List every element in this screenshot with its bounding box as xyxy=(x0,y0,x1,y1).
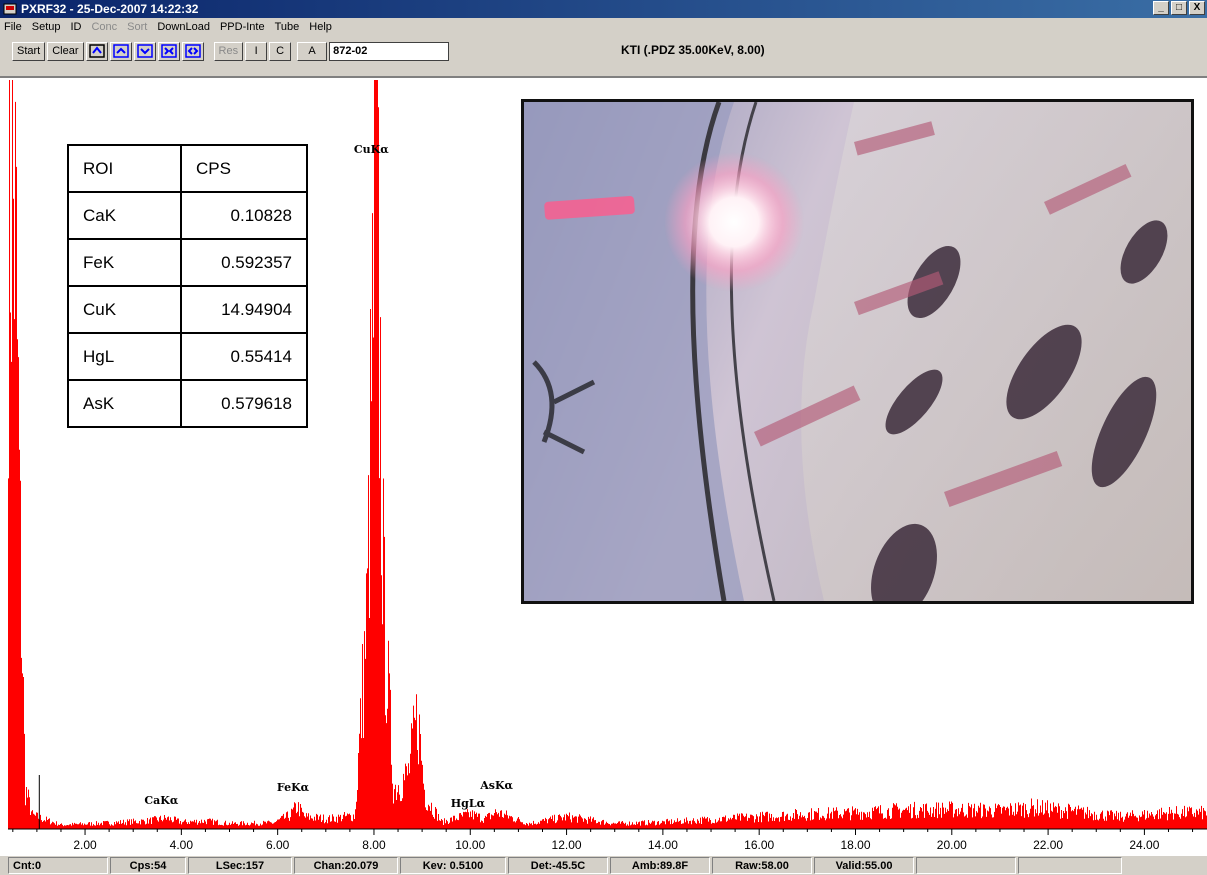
pxrf-app-icon xyxy=(3,3,17,15)
x-tick-label: 10.00 xyxy=(455,838,485,852)
roi-name: AsK xyxy=(67,379,182,428)
a-button[interactable]: A xyxy=(297,41,328,61)
status-bar: Cnt:0 Cps:54 LSec:157 Chan:20.079 Kev: 0… xyxy=(0,855,1207,875)
menu-file[interactable]: File xyxy=(4,21,22,33)
roi-table: ROI CPS CaK 0.10828 FeK 0.592357 CuK 14.… xyxy=(67,144,308,428)
i-button[interactable]: I xyxy=(245,41,268,61)
x-tick-label: 14.00 xyxy=(648,838,678,852)
header-cps: CPS xyxy=(180,144,308,193)
res-button[interactable]: Res xyxy=(213,41,244,61)
x-tick-label: 16.00 xyxy=(744,838,774,852)
expand-icon[interactable] xyxy=(181,41,204,61)
status-cps: Cps:54 xyxy=(110,857,186,874)
roi-cps: 0.592357 xyxy=(180,238,308,287)
peak-label: CuKα xyxy=(354,143,389,156)
roi-name: CaK xyxy=(67,191,182,240)
stack-icon[interactable] xyxy=(85,41,108,61)
menu-ppd-inte[interactable]: PPD-Inte xyxy=(220,21,265,33)
status-ambient-temp: Amb:89.8F xyxy=(610,857,710,874)
roi-cps: 14.94904 xyxy=(180,285,308,334)
status-count: Cnt:0 xyxy=(8,857,108,874)
start-button[interactable]: Start xyxy=(12,41,46,61)
peak-label: CaKα xyxy=(144,794,178,807)
window-title: PXRF32 - 25-Dec-2007 14:22:32 xyxy=(21,2,199,16)
arrow-down-icon[interactable] xyxy=(133,41,156,61)
header-roi: ROI xyxy=(67,144,182,193)
peak-label: HgLα xyxy=(451,797,486,810)
spectrum-info: KTI (.PDZ 35.00KeV, 8.00) xyxy=(621,43,765,57)
status-detector-temp: Det:-45.5C xyxy=(508,857,608,874)
table-row: FeK 0.592357 xyxy=(67,238,308,287)
x-tick-label: 2.00 xyxy=(73,838,97,852)
sample-id-input[interactable] xyxy=(329,41,450,61)
table-header-row: ROI CPS xyxy=(67,144,308,193)
table-row: CaK 0.10828 xyxy=(67,191,308,240)
clear-button[interactable]: Clear xyxy=(47,41,84,61)
x-tick-label: 4.00 xyxy=(170,838,194,852)
roi-cps: 0.55414 xyxy=(180,332,308,381)
x-tick-label: 8.00 xyxy=(362,838,386,852)
x-tick-label: 6.00 xyxy=(266,838,290,852)
menu-id[interactable]: ID xyxy=(70,21,81,33)
maximize-button[interactable]: □ xyxy=(1171,1,1187,15)
x-tick-label: 22.00 xyxy=(1033,838,1063,852)
menu-conc[interactable]: Conc xyxy=(91,21,117,33)
peak-label: FeKα xyxy=(277,781,310,794)
roi-cps: 0.10828 xyxy=(180,191,308,240)
contract-icon[interactable] xyxy=(157,41,180,61)
roi-cps: 0.579618 xyxy=(180,379,308,428)
status-empty-2 xyxy=(1018,857,1122,874)
c-button[interactable]: C xyxy=(269,41,292,61)
status-raw: Raw:58.00 xyxy=(712,857,812,874)
roi-name: HgL xyxy=(67,332,182,381)
roi-name: FeK xyxy=(67,238,182,287)
status-empty-1 xyxy=(916,857,1016,874)
status-live-seconds: LSec:157 xyxy=(188,857,292,874)
status-kev: Kev: 0.5100 xyxy=(400,857,506,874)
roi-name: CuK xyxy=(67,285,182,334)
table-row: AsK 0.579618 xyxy=(67,379,308,428)
sample-photo xyxy=(524,102,1191,601)
close-button[interactable]: X xyxy=(1189,1,1205,15)
title-bar: PXRF32 - 25-Dec-2007 14:22:32 _ □ X xyxy=(0,0,1207,18)
toolbar: Start Clear Res I C A KTI (.PDZ 35.00KeV… xyxy=(0,36,1207,78)
status-channel: Chan:20.079 xyxy=(294,857,398,874)
x-tick-label: 12.00 xyxy=(552,838,582,852)
sample-camera-image xyxy=(521,99,1194,604)
x-tick-label: 18.00 xyxy=(840,838,870,852)
arrow-up-icon[interactable] xyxy=(109,41,132,61)
table-row: HgL 0.55414 xyxy=(67,332,308,381)
x-tick-label: 20.00 xyxy=(937,838,967,852)
menu-download[interactable]: DownLoad xyxy=(157,21,210,33)
peak-label: AsKα xyxy=(479,779,513,792)
menu-setup[interactable]: Setup xyxy=(32,21,61,33)
menu-sort[interactable]: Sort xyxy=(127,21,147,33)
status-valid: Valid:55.00 xyxy=(814,857,914,874)
minimize-button[interactable]: _ xyxy=(1153,1,1169,15)
x-tick-label: 24.00 xyxy=(1129,838,1159,852)
x-axis-ticks: 2.00 4.00 6.00 8.00 10.00 12.00 14.00 16.00 18.0… xyxy=(12,829,1194,852)
menu-tube[interactable]: Tube xyxy=(275,21,300,33)
table-row: CuK 14.94904 xyxy=(67,285,308,334)
menu-help[interactable]: Help xyxy=(309,21,332,33)
menu-bar: File Setup ID Conc Sort DownLoad PPD-Int… xyxy=(0,18,1207,36)
